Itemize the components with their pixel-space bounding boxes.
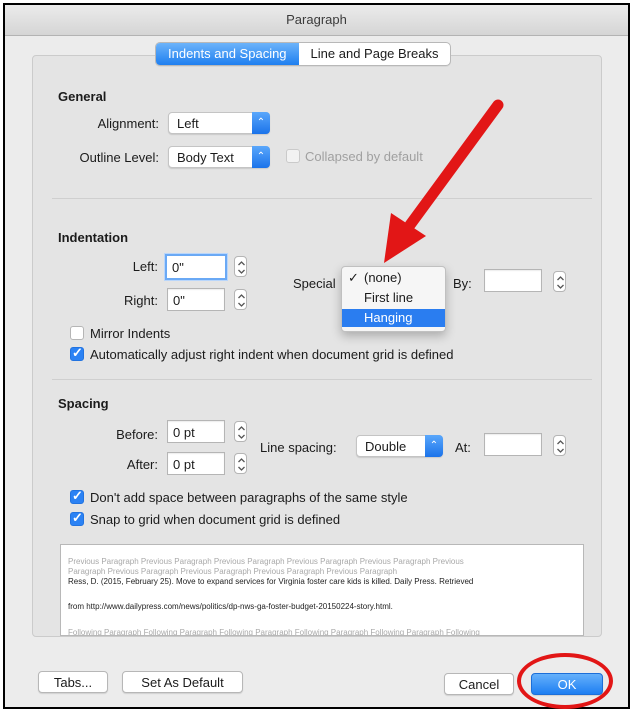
set-as-default-button[interactable]: Set As Default [122, 671, 243, 693]
popup-chevron-icon: ⌃ [252, 112, 270, 134]
snap-to-grid-checkbox[interactable] [70, 510, 84, 526]
indentation-heading: Indentation [58, 230, 129, 245]
red-arrow-annotation [384, 99, 504, 263]
at-stepper[interactable] [553, 435, 566, 456]
arrow-shaft [404, 99, 504, 231]
line-spacing-popup[interactable]: Double ⌃ [356, 435, 443, 457]
right-indent-value: 0" [173, 293, 185, 308]
tabs-button[interactable]: Tabs... [38, 671, 108, 693]
cancel-button[interactable]: Cancel [444, 673, 514, 695]
tab-line-and-page-breaks[interactable]: Line and Page Breaks [299, 43, 451, 65]
by-label: By: [453, 276, 472, 291]
alignment-popup[interactable]: Left ⌃ [168, 112, 270, 134]
by-stepper[interactable] [553, 271, 566, 292]
preview-previous-line: Previous Paragraph Previous Paragraph Pr… [68, 557, 464, 566]
collapsed-checkbox[interactable] [286, 149, 300, 163]
red-circle-annotation [517, 653, 613, 709]
before-label: Before: [116, 427, 158, 442]
preview-previous-line: Paragraph Previous Paragraph Previous Pa… [68, 567, 398, 576]
tab-bar: Indents and Spacing Line and Page Breaks [155, 42, 452, 66]
window-title: Paragraph [5, 5, 628, 36]
before-field[interactable]: 0 pt [167, 420, 225, 443]
line-spacing-value: Double [365, 439, 407, 454]
dont-add-space-checkbox[interactable] [70, 488, 84, 504]
paragraph-preview: Previous Paragraph Previous Paragraph Pr… [60, 544, 584, 636]
spacing-heading: Spacing [58, 396, 109, 411]
before-value: 0 pt [173, 425, 195, 440]
at-field[interactable] [484, 433, 542, 456]
left-indent-stepper[interactable] [234, 256, 247, 277]
after-stepper[interactable] [234, 453, 247, 474]
general-heading: General [58, 89, 107, 104]
tab-indents-and-spacing[interactable]: Indents and Spacing [156, 43, 299, 65]
right-indent-label: Right: [124, 293, 158, 308]
at-label: At: [455, 440, 471, 455]
checkmark-icon: ✓ [348, 270, 359, 285]
menu-item-label: First line [364, 290, 414, 305]
dont-add-space-label: Don't add space between paragraphs of th… [90, 490, 408, 505]
menu-item-hanging[interactable]: Hanging [342, 309, 445, 327]
divider [52, 379, 592, 380]
right-indent-field[interactable]: 0" [167, 288, 225, 311]
left-indent-label: Left: [132, 259, 158, 274]
outline-level-popup[interactable]: Body Text ⌃ [168, 146, 270, 168]
after-field[interactable]: 0 pt [167, 452, 225, 475]
left-indent-value: 0" [172, 260, 184, 275]
menu-item-first-line[interactable]: First line [342, 289, 445, 307]
outline-level-value: Body Text [177, 150, 234, 165]
popup-chevron-icon: ⌃ [252, 146, 270, 168]
menu-item-label: Hanging [364, 310, 413, 325]
special-dropdown-menu: ✓ (none) First line Hanging [341, 266, 446, 332]
before-stepper[interactable] [234, 421, 247, 442]
mirror-indents-checkbox[interactable] [70, 326, 84, 340]
outline-level-label: Outline Level: [79, 150, 160, 165]
line-spacing-label: Line spacing: [260, 440, 337, 455]
auto-adjust-checkbox[interactable] [70, 345, 84, 361]
auto-adjust-label: Automatically adjust right indent when d… [90, 347, 454, 362]
left-indent-field[interactable]: 0" [165, 254, 227, 280]
mirror-indents-label: Mirror Indents [90, 326, 171, 341]
after-label: After: [126, 457, 158, 472]
preview-text-line: from http://www.dailypress.com/news/poli… [68, 602, 393, 611]
preview-following-line: Following Paragraph Following Paragraph … [68, 628, 480, 636]
alignment-value: Left [177, 116, 199, 131]
alignment-label: Alignment: [97, 116, 159, 131]
popup-chevron-icon: ⌃ [425, 435, 443, 457]
right-indent-stepper[interactable] [234, 289, 247, 310]
after-value: 0 pt [173, 457, 195, 472]
snap-to-grid-label: Snap to grid when document grid is defin… [90, 512, 341, 527]
preview-text-line: Ress, D. (2015, February 25). Move to ex… [68, 577, 474, 586]
special-label: Special [293, 276, 336, 291]
